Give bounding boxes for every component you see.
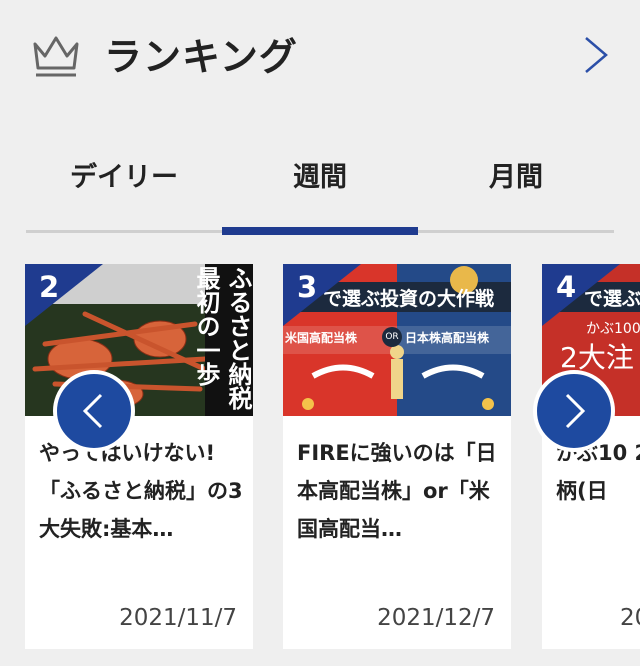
rank-number: 2	[39, 270, 60, 304]
card-title: FIREに強いのは「日本高配当株」or「米国高配当…	[297, 441, 497, 541]
ranking-card[interactable]: で選ぶ かぶ100 2大注 4 かぶ10 2022年 銘柄(日 20	[542, 264, 640, 649]
period-tabs: デイリー 週間 月間	[26, 140, 614, 235]
tab-weekly[interactable]: 週間	[222, 140, 418, 220]
ranking-card[interactable]: ふるさと納税 最初の一歩 2 やってはいけない!「ふるさと納税」の3大失敗:基本…	[25, 264, 253, 649]
card-date: 20	[620, 605, 640, 631]
thumb-caption: 最初の一歩	[192, 266, 220, 386]
rank-number: 3	[297, 270, 318, 304]
thumb-caption: 米国高配当株	[285, 331, 358, 345]
rank-badge	[283, 264, 361, 326]
card-title: やってはいけない!「ふるさと納税」の3大失敗:基本…	[39, 441, 243, 541]
tab-active-indicator	[222, 227, 418, 235]
ranking-header: ランキング	[0, 0, 640, 110]
rank-badge	[25, 264, 103, 326]
ranking-card[interactable]: で選ぶ投資の大作戦 米国高配当株 OR 日本株高配当株 3 FIREに強いのは「…	[283, 264, 511, 649]
card-date: 2021/12/7	[377, 605, 495, 631]
crown-icon	[30, 30, 82, 80]
card-date: 2021/11/7	[119, 605, 237, 631]
carousel-next-button[interactable]	[533, 370, 615, 452]
thumb-caption: OR	[382, 327, 402, 347]
carousel-prev-button[interactable]	[53, 370, 135, 452]
thumb-caption: ふるさと納税	[224, 266, 252, 410]
rank-badge	[542, 264, 620, 326]
page-title: ランキング	[104, 35, 298, 79]
ranking-more-link[interactable]	[576, 30, 616, 80]
tab-daily[interactable]: デイリー	[26, 140, 222, 220]
ranking-carousel: ふるさと納税 最初の一歩 2 やってはいけない!「ふるさと納税」の3大失敗:基本…	[0, 264, 640, 654]
thumb-caption: 日本株高配当株	[405, 331, 490, 345]
tab-monthly[interactable]: 月間	[418, 140, 614, 220]
chevron-right-icon	[576, 37, 616, 84]
rank-number: 4	[556, 270, 577, 304]
